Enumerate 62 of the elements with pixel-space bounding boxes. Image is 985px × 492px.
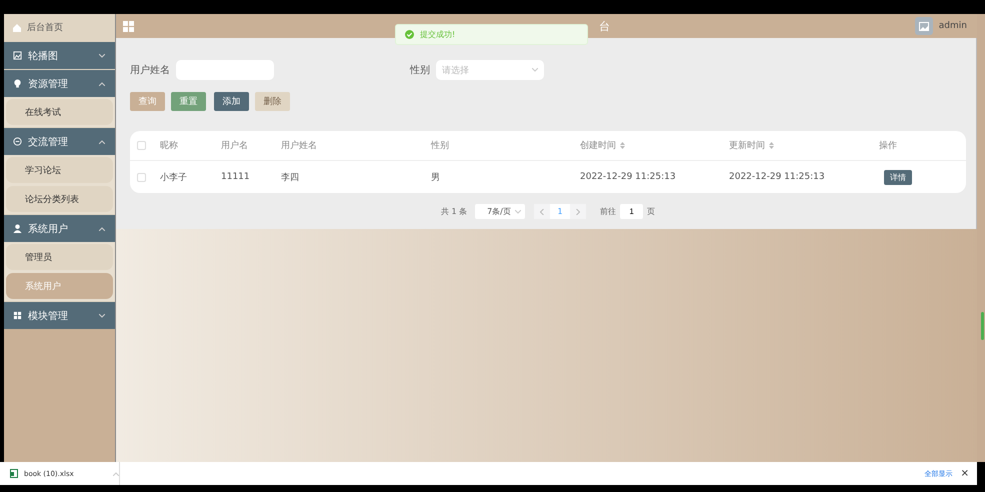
spreadsheet-file-icon <box>10 469 18 478</box>
column-header[interactable]: 更新时间 <box>729 139 774 152</box>
chevron-up-icon <box>99 226 105 230</box>
chevron-down-icon <box>99 54 105 58</box>
chevron-down-icon <box>99 314 105 318</box>
sidebar-group[interactable]: 模块管理 <box>4 301 115 329</box>
column-header: 用户名 <box>221 140 248 152</box>
column-header[interactable]: 创建时间 <box>580 139 625 152</box>
table-cell: 11111 <box>221 172 250 182</box>
chevron-up-icon <box>113 472 119 476</box>
goto-suffix: 页 <box>647 206 656 217</box>
column-header: 性别 <box>431 140 449 152</box>
avatar-icon[interactable] <box>914 17 933 35</box>
app-title: 台 <box>599 18 611 34</box>
column-header: 操作 <box>879 140 897 152</box>
table-cell-text: 男 <box>431 172 440 184</box>
scrollbar-thumb[interactable] <box>981 312 984 340</box>
user-name[interactable]: admin <box>938 21 967 31</box>
table-cell-text: 小李子 <box>160 172 187 184</box>
chevron-up-icon <box>99 140 105 144</box>
field-label: 性别 <box>410 64 430 77</box>
chevron-up-icon <box>99 82 105 86</box>
row-checkbox[interactable] <box>137 172 146 182</box>
goto-input[interactable]: 1 <box>620 204 644 219</box>
column-header: 昵称 <box>160 140 178 152</box>
field-label: 用户姓名 <box>130 64 170 77</box>
sidebar-group[interactable]: 交流管理 <box>4 127 115 155</box>
total-count: 共 1 条 <box>440 206 468 217</box>
sidebar-subitem[interactable]: 学习论坛 <box>6 157 113 183</box>
table-cell: 2022-12-29 11:25:13 <box>729 172 825 182</box>
table-cell-text: 李四 <box>281 172 299 184</box>
goto-label: 前往 <box>600 206 616 217</box>
image-icon <box>13 51 22 60</box>
sidebar-subitem[interactable]: 论坛分类列表 <box>6 186 113 212</box>
home-icon <box>13 24 21 32</box>
chevron-down-icon <box>515 210 522 214</box>
grid-icon <box>13 311 22 320</box>
chevron-down-icon <box>532 68 538 72</box>
check-circle-icon <box>405 30 414 39</box>
sort-icon[interactable] <box>769 142 774 149</box>
sidebar-group[interactable]: 资源管理 <box>4 69 115 97</box>
sidebar-group[interactable]: 系统用户 <box>4 214 115 242</box>
select-all-checkbox[interactable] <box>137 141 146 150</box>
close-icon[interactable]: × <box>960 468 969 479</box>
sort-icon[interactable] <box>620 142 625 149</box>
grid-icon[interactable] <box>123 20 134 32</box>
sidebar-subitem[interactable]: 在线考试 <box>6 99 113 125</box>
next-page-icon[interactable] <box>570 204 586 219</box>
column-header: 用户姓名 <box>281 140 317 152</box>
action-button[interactable]: 添加 <box>214 92 249 111</box>
user-icon <box>13 224 22 233</box>
bulb-icon <box>13 79 22 88</box>
action-button[interactable]: 重置 <box>171 92 206 111</box>
page-size-select[interactable]: 7条/页 <box>475 204 526 219</box>
sidebar-group[interactable]: 轮播图 <box>4 41 115 69</box>
table-cell: 2022-12-29 11:25:13 <box>580 172 676 182</box>
sidebar-item[interactable]: 后台首页 <box>4 14 115 41</box>
select-placeholder: 请选择 <box>442 64 469 76</box>
toast-message: 提交成功! <box>420 29 456 40</box>
detail-button[interactable]: 详情 <box>884 170 912 184</box>
sidebar-subitem[interactable]: 管理员 <box>6 244 113 270</box>
prev-page-icon[interactable] <box>534 204 550 219</box>
